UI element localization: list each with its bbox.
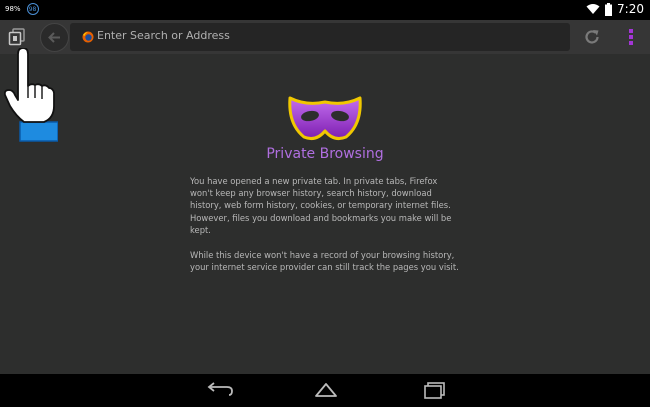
page-title: Private Browsing xyxy=(266,146,384,162)
url-bar[interactable]: Enter Search or Address xyxy=(70,23,570,51)
private-info-paragraph-2: While this device won't have a record of… xyxy=(190,250,459,273)
clock-time: 7:20 xyxy=(617,2,644,16)
wifi-icon xyxy=(586,4,600,14)
firefox-icon xyxy=(82,31,94,43)
system-nav-bar xyxy=(0,374,650,407)
private-mask-icon xyxy=(288,96,362,140)
status-bar-right: 7:20 xyxy=(586,2,644,16)
back-nav-icon[interactable] xyxy=(205,381,233,399)
home-nav-icon[interactable] xyxy=(313,381,339,399)
tabs-icon[interactable] xyxy=(8,28,26,46)
url-input-placeholder: Enter Search or Address xyxy=(97,29,230,42)
status-bar: 98% 98 7:20 xyxy=(0,0,650,20)
reload-icon[interactable] xyxy=(583,28,601,46)
status-bar-left: 98% 98 xyxy=(5,3,39,15)
private-info-paragraph-1: You have opened a new private tab. In pr… xyxy=(190,176,452,235)
recents-nav-icon[interactable] xyxy=(422,381,448,399)
battery-icon xyxy=(605,2,613,16)
browser-toolbar: Enter Search or Address xyxy=(0,20,650,54)
menu-overflow-icon[interactable] xyxy=(627,28,635,46)
pointing-hand-icon xyxy=(4,48,58,142)
private-browsing-page: Private Browsing You have opened a new p… xyxy=(0,54,650,374)
notification-badge: 98 xyxy=(26,3,39,15)
back-arrow-icon xyxy=(48,32,60,43)
battery-percent-text: 98% xyxy=(5,5,21,13)
